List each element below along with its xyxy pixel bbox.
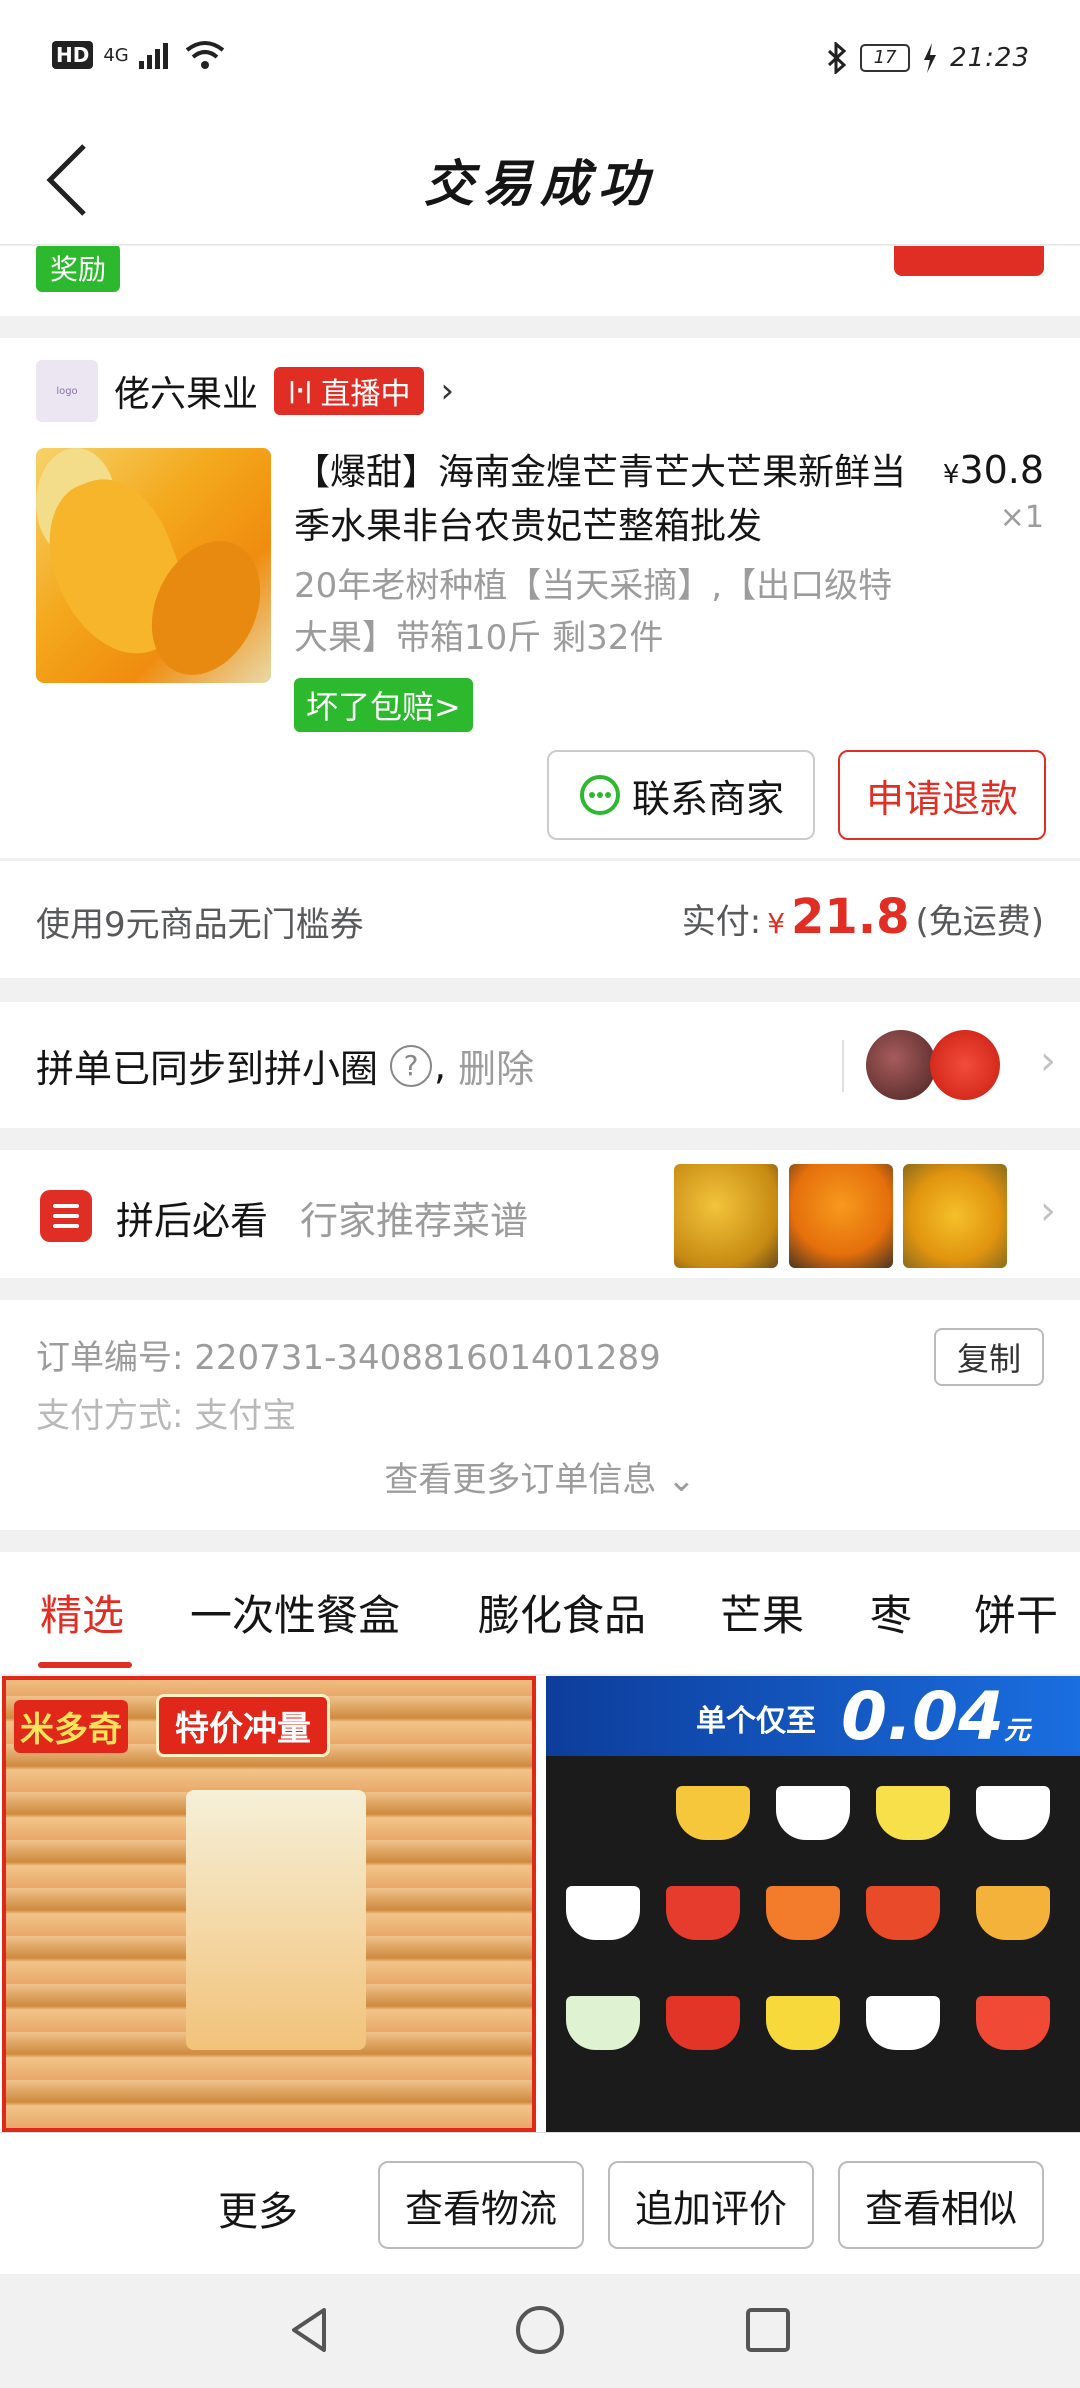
recipe-thumbnail: [674, 1164, 778, 1268]
sync-comma: ,: [434, 1043, 447, 1088]
order-number-label: 订单编号:: [36, 1338, 184, 1378]
delete-link[interactable]: 删除: [458, 1038, 534, 1093]
product-quantity: ×1: [999, 500, 1044, 535]
avatar: [930, 1030, 1000, 1100]
price-value: 30.8: [959, 448, 1044, 492]
live-badge[interactable]: |·| 直播中: [274, 367, 425, 415]
chevron-down-icon: ⌄: [667, 1460, 696, 1500]
reward-action-button[interactable]: [894, 246, 1044, 276]
recipe-thumbnail: [903, 1164, 1007, 1268]
order-number: 220731-340881601401289: [194, 1338, 661, 1378]
bluetooth-icon: [828, 42, 847, 74]
pay-method: 支付宝: [194, 1396, 297, 1436]
contact-merchant-button[interactable]: 联系商家: [547, 750, 815, 840]
recipe-thumbnail: [789, 1164, 893, 1268]
active-tab-indicator: [38, 1662, 132, 1668]
order-card: logo 佬六果业 |·| 直播中 › 【爆甜】海南金煌芒青芒大芒果新鲜当季水果…: [0, 338, 1080, 858]
tab-featured[interactable]: 精选: [40, 1582, 124, 1643]
feed-item-image[interactable]: 米多奇 特价冲量: [2, 1676, 536, 2132]
pay-method-label: 支付方式:: [36, 1396, 184, 1436]
feed-item-image[interactable]: 单个仅至 0.04元: [546, 1676, 1080, 2132]
feed-item-brand: 米多奇: [14, 1700, 128, 1753]
order-info: 订单编号: 220731-340881601401289 复制 支付方式: 支付…: [0, 1300, 1080, 1530]
network-type: 4G: [103, 44, 129, 66]
reward-banner-partial: 奖励: [0, 246, 1080, 316]
category-tabs: 精选 一次性餐盒 膨化食品 芒果 枣 饼干: [0, 1552, 1080, 1674]
contact-merchant-label: 联系商家: [631, 776, 784, 821]
recipe-title: 拼后必看: [116, 1199, 269, 1243]
store-row[interactable]: logo 佬六果业 |·| 直播中 ›: [36, 360, 454, 422]
wifi-icon: [185, 41, 224, 69]
view-logistics-button[interactable]: 查看物流: [378, 2161, 584, 2249]
bottom-action-bar: 更多 查看物流 追加评价 查看相似: [0, 2132, 1080, 2274]
avatar: [866, 1030, 936, 1100]
chevron-right-icon[interactable]: ›: [1040, 1038, 1056, 1084]
product-price: ¥30.8: [943, 448, 1044, 492]
live-icon: |·|: [288, 378, 313, 404]
chat-icon: [579, 775, 620, 815]
price-symbol: ¥: [942, 460, 960, 490]
nav-home-icon[interactable]: [510, 2300, 570, 2360]
chevron-right-icon[interactable]: ›: [440, 371, 454, 411]
shipping-note: (免运费): [915, 902, 1044, 942]
more-button[interactable]: 更多: [218, 2179, 298, 2237]
product-image[interactable]: [36, 448, 271, 683]
store-name[interactable]: 佬六果业: [114, 365, 258, 417]
status-bar: HD 4G 17 21:23: [0, 0, 1080, 120]
tab-jujube[interactable]: 枣: [870, 1582, 912, 1643]
feed-banner-text: 单个仅至: [696, 1704, 816, 1739]
tab-biscuits[interactable]: 饼干: [974, 1582, 1058, 1643]
sync-text: 拼单已同步到拼小圈: [36, 1047, 379, 1091]
feed-item-tag: 特价冲量: [156, 1694, 330, 1757]
coupon-text: 使用9元商品无门槛券: [36, 905, 364, 945]
payment-row: 使用9元商品无门槛券 实付: ¥ 21.8 (免运费): [0, 860, 1080, 978]
more-order-info-link[interactable]: 查看更多订单信息 ⌄: [0, 1452, 1080, 1501]
system-nav-bar: [0, 2274, 1080, 2388]
view-similar-button[interactable]: 查看相似: [838, 2161, 1044, 2249]
signal-icon: [138, 43, 168, 69]
copy-button[interactable]: 复制: [934, 1328, 1044, 1386]
divider: [842, 1040, 844, 1092]
product-spec: 20年老树种植【当天采摘】,【出口级特大果】带箱10斤 剩32件: [294, 566, 893, 658]
recipe-row[interactable]: 拼后必看 行家推荐菜谱 ›: [0, 1150, 1080, 1278]
tab-puffed-food[interactable]: 膨化食品: [478, 1582, 646, 1643]
reward-tag: 奖励: [36, 246, 121, 292]
paid-label: 实付:: [681, 902, 762, 942]
order-number-line: 订单编号: 220731-340881601401289: [36, 1330, 661, 1379]
pay-method-line: 支付方式: 支付宝: [36, 1388, 296, 1437]
add-review-button[interactable]: 追加评价: [608, 2161, 814, 2249]
product-package: [186, 1790, 366, 2050]
recipe-subtitle: 行家推荐菜谱: [300, 1199, 529, 1243]
chevron-right-icon[interactable]: ›: [1040, 1188, 1056, 1234]
live-badge-label: 直播中: [320, 377, 411, 412]
paid-value: 21.8: [791, 889, 910, 945]
charging-icon: [924, 43, 937, 73]
guarantee-badge[interactable]: 坏了包赔>: [294, 678, 473, 732]
title-bar: 交易成功: [0, 120, 1080, 245]
paid-amount: 实付: ¥ 21.8 (免运费): [682, 889, 1044, 945]
nav-recents-icon[interactable]: [738, 2300, 798, 2360]
sync-circle-row[interactable]: 拼单已同步到拼小圈 ? , 删除 ›: [0, 1002, 1080, 1128]
refund-button[interactable]: 申请退款: [838, 750, 1046, 840]
page-title: 交易成功: [424, 154, 656, 213]
battery-level: 17: [860, 44, 911, 72]
nav-back-icon[interactable]: [280, 2300, 340, 2360]
help-icon[interactable]: ?: [390, 1044, 433, 1087]
list-icon: [40, 1190, 92, 1242]
clock: 21:23: [950, 43, 1030, 73]
product-feed: 米多奇 特价冲量 单个仅至 0.04元: [0, 1676, 1080, 2132]
more-order-info-label: 查看更多订单信息: [384, 1460, 657, 1500]
tab-mango[interactable]: 芒果: [720, 1582, 804, 1643]
product-title[interactable]: 【爆甜】海南金煌芒青芒大芒果新鲜当季水果非台农贵妃芒整箱批发: [294, 446, 914, 554]
feed-banner-price: 0.04元: [841, 1678, 1030, 1755]
store-logo: logo: [36, 360, 98, 422]
tab-disposable-boxes[interactable]: 一次性餐盒: [190, 1582, 400, 1643]
hd-indicator: HD: [52, 41, 94, 69]
currency-symbol: ¥: [767, 907, 786, 940]
